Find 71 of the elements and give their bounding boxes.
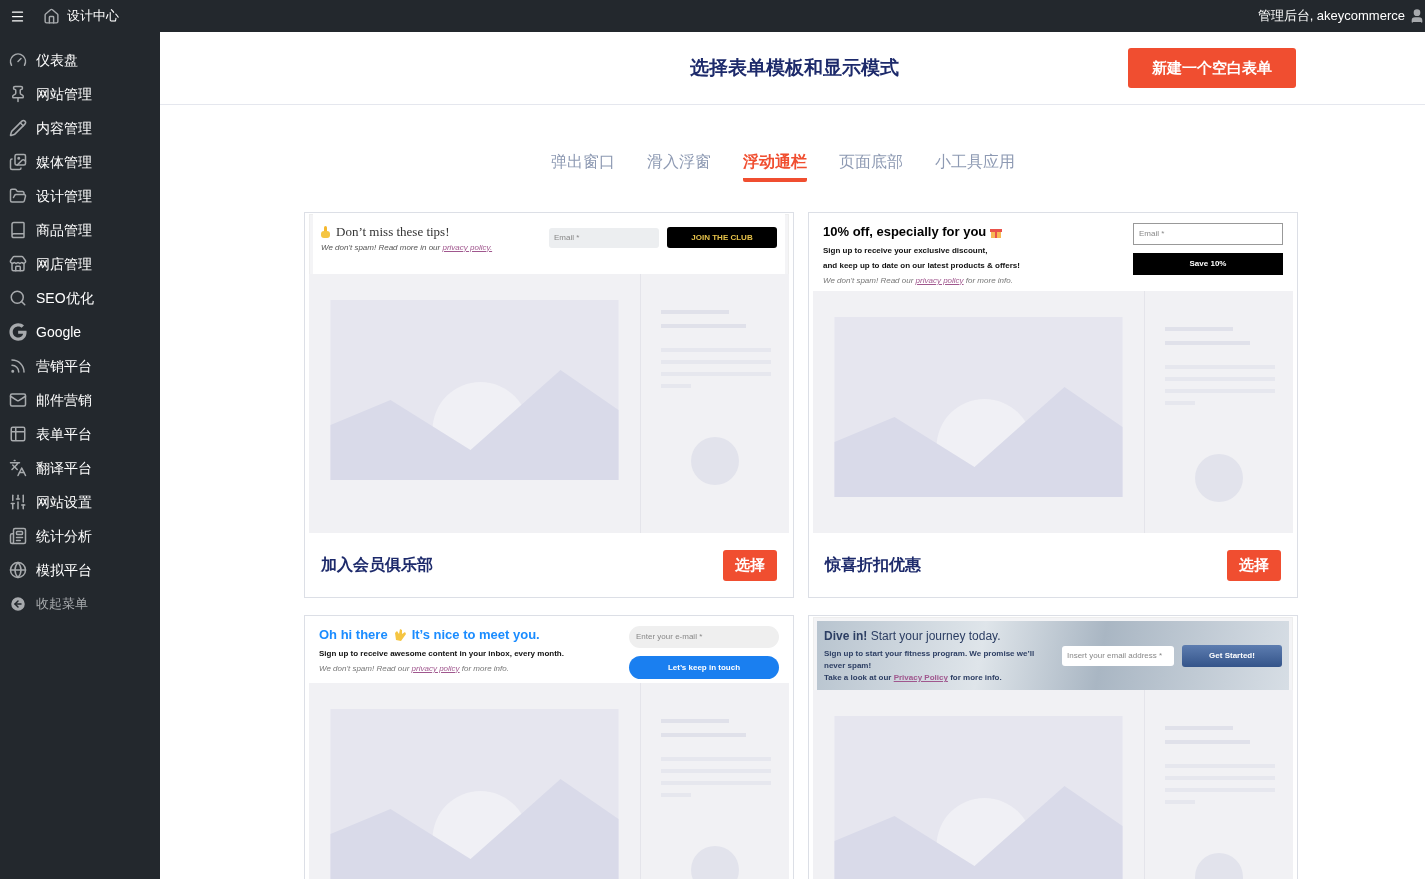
banner-text: and keep up to date on our latest products & offers!	[823, 259, 1021, 272]
mail-icon	[9, 391, 27, 409]
banner-heading: 10% off, especially for you	[823, 223, 987, 241]
store-icon	[9, 255, 27, 273]
submit-button[interactable]: Get Started!	[1182, 644, 1282, 667]
waving-hand-icon	[392, 627, 407, 642]
sidebar-item[interactable]: 网站设置	[0, 485, 160, 519]
site-name[interactable]: 设计中心	[67, 6, 119, 26]
banner-heading: Oh hi there	[319, 626, 388, 644]
sidebar-item[interactable]: 统计分析	[0, 519, 160, 553]
privacy-note: We don't spam! Read our privacy policy for more info.	[823, 274, 1014, 287]
sidebar-item[interactable]: 营销平台	[0, 349, 160, 383]
banner-text: Sign up to start your fitness program. We promise we’ll never spam!	[824, 648, 1036, 672]
images-icon	[9, 153, 27, 171]
banner-heading: It’s nice to meet you.	[411, 626, 540, 644]
email-field[interactable]: Email *	[1133, 223, 1283, 245]
privacy-note: We don't spam! Read our privacy policy for more info.	[319, 662, 510, 675]
newspaper-icon	[9, 527, 27, 545]
banner-text: Sign up to receive awesome content in your inbox, every month.	[319, 647, 565, 660]
sidebar-item[interactable]: 邮件营销	[0, 383, 160, 417]
sliders-icon	[9, 493, 27, 511]
rss-icon	[9, 357, 27, 375]
privacy-link[interactable]: privacy policy.	[442, 242, 493, 252]
sidebar-item[interactable]: 表单平台	[0, 417, 160, 451]
sidebar-item[interactable]: 仪表盘	[0, 43, 160, 77]
privacy-link[interactable]: privacy policy	[411, 663, 460, 673]
email-field[interactable]: Insert your email address *	[1062, 645, 1174, 666]
mode-tab[interactable]: 浮动通栏	[742, 150, 807, 182]
page-title: 选择表单模板和显示模式	[690, 55, 899, 80]
banner-heading: Dive in! Start your journey today.	[824, 628, 1002, 645]
sidebar-item[interactable]: Google	[0, 315, 160, 349]
collapse-menu-button[interactable]: 收起菜单	[0, 587, 160, 621]
template-title: 加入会员俱乐部	[321, 555, 433, 575]
privacy-note: We don't spam! Read more in our privacy policy.	[321, 241, 494, 254]
gauge-icon	[9, 51, 27, 69]
sidebar-item[interactable]: 网店管理	[0, 247, 160, 281]
privacy-note: Take a look at our Privacy Policy for more info.	[824, 672, 1003, 684]
sidebar-item[interactable]: 网站管理	[0, 77, 160, 111]
template-title: 惊喜折扣优惠	[825, 555, 921, 575]
table-icon	[9, 425, 27, 443]
privacy-link[interactable]: privacy policy	[915, 275, 964, 285]
collapse-icon	[9, 595, 27, 613]
sidebar-item[interactable]: 内容管理	[0, 111, 160, 145]
new-form-button[interactable]: 新建一个空白表单	[1128, 48, 1296, 88]
book-icon	[9, 221, 27, 239]
banner-text: Sign up to receive your exclusive discount,	[823, 244, 989, 257]
sidebar-item[interactable]: 翻译平台	[0, 451, 160, 485]
privacy-link[interactable]: Privacy Policy	[893, 673, 948, 682]
select-button[interactable]: 选择	[723, 549, 777, 581]
submit-button[interactable]: Let’s keep in touch	[629, 656, 779, 679]
user-greeting[interactable]: 管理后台, akeycommerce	[1257, 6, 1405, 26]
submit-button[interactable]: Save 10%	[1133, 253, 1283, 275]
join-button[interactable]: JOIN THE CLUB	[667, 227, 777, 249]
hand-emoji-icon	[321, 225, 330, 238]
user-icon[interactable]	[1409, 8, 1425, 24]
translate-icon	[9, 459, 27, 477]
pencil-icon	[9, 119, 27, 137]
sidebar-item[interactable]: SEO优化	[0, 281, 160, 315]
banner-heading: Don’t miss these tips!	[336, 223, 450, 241]
pin-icon	[9, 85, 27, 103]
search-icon	[9, 289, 27, 307]
home-icon[interactable]	[43, 7, 60, 25]
sidebar-item[interactable]: 媒体管理	[0, 145, 160, 179]
menu-icon[interactable]	[10, 8, 25, 24]
google-icon	[9, 323, 27, 341]
sidebar-item[interactable]: 商品管理	[0, 213, 160, 247]
sidebar-item[interactable]: 设计管理	[0, 179, 160, 213]
sidebar-item[interactable]: 模拟平台	[0, 553, 160, 587]
globe-icon	[9, 561, 27, 579]
folder-icon	[9, 187, 27, 205]
select-button[interactable]: 选择	[1227, 549, 1281, 581]
